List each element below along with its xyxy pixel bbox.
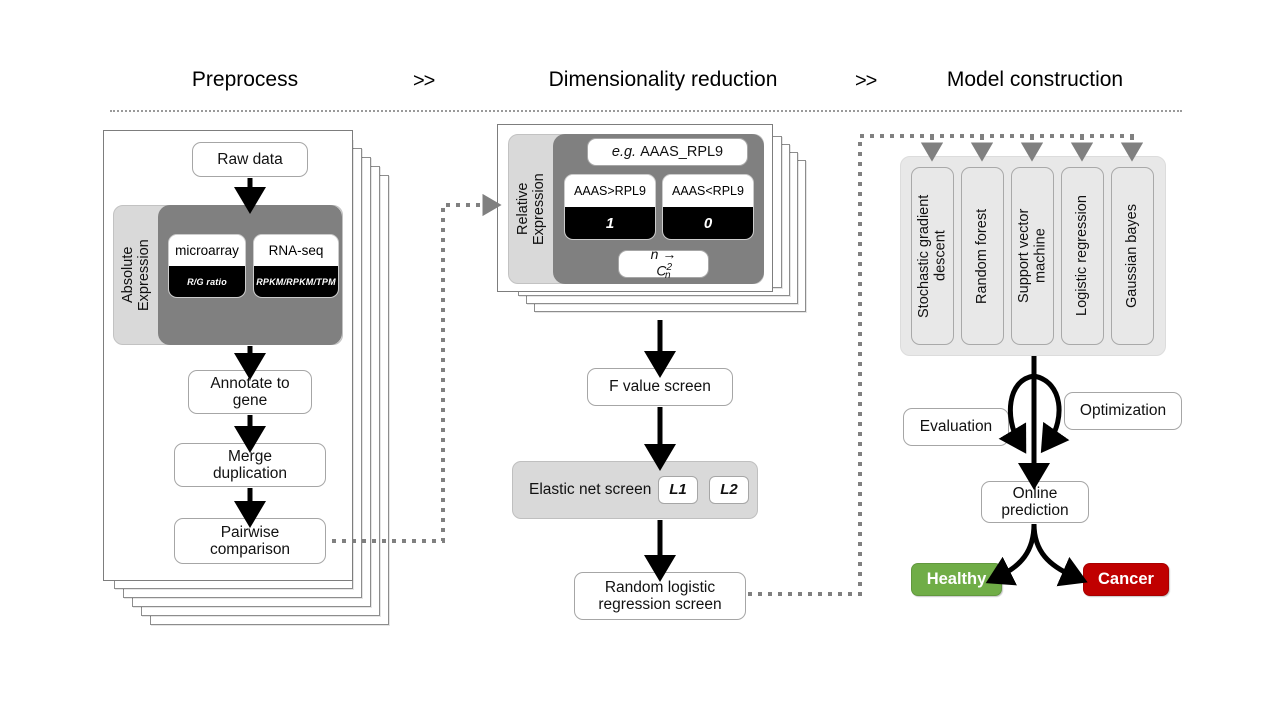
phase-separator-1: >> [413,70,435,92]
platform-name-microarray: microarray [169,235,245,266]
formula-subscript: n [665,270,671,282]
loop-arrow-evaluation [998,373,1035,454]
result-label-healthy: Healthy [926,570,987,588]
node-optimization[interactable]: Optimization [1064,392,1182,430]
preprocess-card [103,130,353,581]
model-label-support-vector-machine: Support vector machine [1015,208,1049,304]
chip-penalty-l1[interactable]: L1 [658,476,698,504]
result-box-healthy[interactable]: Healthy [911,563,1002,596]
phase-separator-2: >> [855,70,877,92]
model-box-stochastic-gradient-descent[interactable]: Stochastic gradient descent [911,167,954,345]
model-label-gaussian-bayes: Gaussian bayes [1124,204,1141,308]
platform-metric-rnaseq: RPKM/RPKM/TPM [254,266,338,297]
phase-title-model: Model construction [946,68,1124,91]
platform-chip-microarray[interactable]: microarray R/G ratio [168,234,246,298]
loop-arrow-optimization [1033,373,1070,454]
header-divider [110,110,1182,112]
model-label-random-forest: Random forest [974,208,991,304]
node-combination-formula: n → C2n [618,246,709,282]
result-box-cancer[interactable]: Cancer [1083,563,1169,596]
node-raw-data[interactable]: Raw data [192,142,308,177]
platform-metric-microarray: R/G ratio [169,266,245,297]
node-random-logistic-regression-screen[interactable]: Random logistic regression screen [574,572,746,620]
node-annotate-to-gene[interactable]: Annotate to gene [188,370,312,414]
comparison-value-greater: 1 [565,207,655,239]
comparison-chip-greater[interactable]: AAAS>RPL9 1 [564,174,656,240]
comparison-condition-greater: AAAS>RPL9 [565,175,655,207]
example-pair-label: AAAS_RPL9 [640,143,724,160]
platform-chip-rnaseq[interactable]: RNA-seq RPKM/RPKM/TPM [253,234,339,298]
comparison-chip-less[interactable]: AAAS<RPL9 0 [662,174,754,240]
phase-title-dimensionality: Dimensionality reduction [548,68,778,91]
model-box-logistic-regression[interactable]: Logistic regression [1061,167,1104,345]
model-box-random-forest[interactable]: Random forest [961,167,1004,345]
model-label-stochastic-gradient-descent: Stochastic gradient descent [915,194,949,318]
diagram-canvas: Preprocess >> Dimensionality reduction >… [0,0,1269,714]
chip-penalty-l2[interactable]: L2 [709,476,749,504]
absolute-expression-label: Absolute Expression [119,239,152,311]
platform-name-rnaseq: RNA-seq [254,235,338,266]
relative-expression-label: Relative Expression [514,173,547,245]
model-box-gaussian-bayes[interactable]: Gaussian bayes [1111,167,1154,345]
node-example-gene-pair[interactable]: e.g. AAAS_RPL9 [587,138,748,166]
formula-n: n [650,245,659,262]
node-merge-duplication[interactable]: Merge duplication [174,443,326,487]
node-evaluation[interactable]: Evaluation [903,408,1009,446]
result-label-cancer: Cancer [1098,570,1154,588]
model-box-support-vector-machine[interactable]: Support vector machine [1011,167,1054,345]
arrow-prediction-to-cancer [1031,523,1088,587]
comparison-value-less: 0 [663,207,753,239]
connector-drop-arrows-to-algorithms [920,136,1144,162]
node-pairwise-comparison[interactable]: Pairwise comparison [174,518,326,564]
comparison-condition-less: AAAS<RPL9 [663,175,753,207]
model-label-logistic-regression: Logistic regression [1074,195,1091,317]
example-prefix-label: e.g. [611,143,637,160]
phase-title-preprocess: Preprocess [191,68,299,91]
formula-arrow: → [662,245,677,262]
arrow-prediction-to-healthy [985,523,1037,586]
elastic-net-label: Elastic net screen [529,481,652,499]
node-online-prediction[interactable]: Online prediction [981,481,1089,523]
node-f-value-screen[interactable]: F value screen [587,368,733,406]
